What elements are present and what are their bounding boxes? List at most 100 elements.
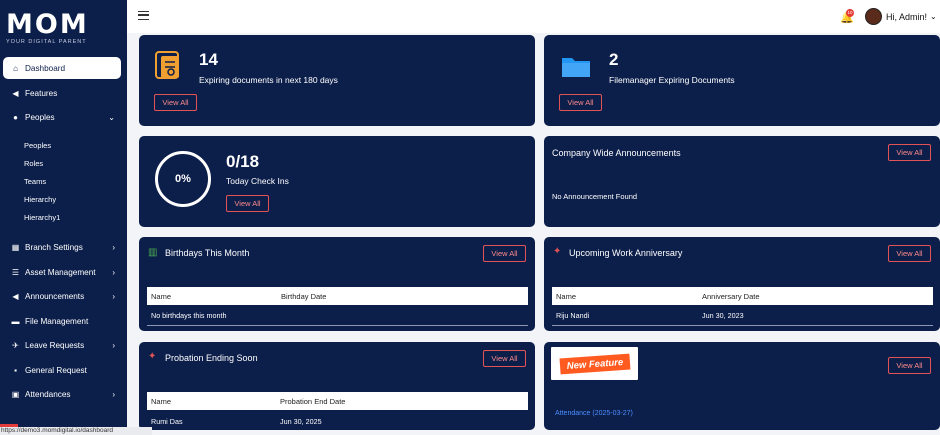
megaphone-icon: ◀ bbox=[12, 291, 19, 301]
user-greeting[interactable]: Hi, Admin! bbox=[886, 12, 927, 22]
checkin-progress-ring: 0% bbox=[155, 151, 211, 207]
document-icon bbox=[155, 51, 179, 79]
divider bbox=[552, 325, 933, 326]
calendar-icon: ▣ bbox=[11, 389, 20, 399]
announcements-empty: No Announcement Found bbox=[552, 192, 638, 201]
building-icon: ▦ bbox=[11, 242, 20, 252]
chevron-right-icon: › bbox=[112, 267, 115, 277]
request-icon: ▪ bbox=[14, 365, 17, 375]
birthdays-title: Birthdays This Month bbox=[165, 248, 250, 258]
expiring-documents-card: 14 Expiring documents in next 180 days V… bbox=[139, 35, 535, 126]
avatar[interactable] bbox=[865, 8, 882, 25]
column-header: Probation End Date bbox=[280, 396, 346, 406]
sidebar-subitem-peoples[interactable]: Peoples bbox=[24, 141, 51, 150]
announcements-card: Company Wide Announcements View All No A… bbox=[544, 136, 940, 227]
list-icon: ☰ bbox=[11, 267, 20, 277]
probation-title: Probation Ending Soon bbox=[165, 353, 258, 363]
chevron-down-icon[interactable]: ⌄ bbox=[930, 12, 937, 21]
folder-icon: ▬ bbox=[11, 316, 20, 326]
sidebar-item-attendances[interactable]: ▣ Attendances › bbox=[3, 383, 121, 405]
sidebar-item-label: Attendances bbox=[25, 389, 71, 399]
announcements-title: Company Wide Announcements bbox=[552, 148, 681, 158]
sidebar-item-label: General Request bbox=[25, 365, 87, 375]
view-all-button[interactable]: View All bbox=[888, 144, 931, 161]
party-popper-icon: ✦ bbox=[553, 246, 562, 257]
view-all-button[interactable]: View All bbox=[483, 350, 526, 367]
chevron-right-icon: › bbox=[112, 340, 115, 350]
column-header: Name bbox=[151, 291, 172, 301]
probation-card: ✦ Probation Ending Soon View All Name Pr… bbox=[139, 342, 535, 430]
birthdays-card: ▥ Birthdays This Month View All Name Bir… bbox=[139, 237, 535, 331]
logo-tagline: YOUR DIGITAL PARENT bbox=[6, 39, 87, 45]
sidebar-item-announcements[interactable]: ◀ Announcements › bbox=[3, 285, 121, 307]
view-all-button[interactable]: View All bbox=[888, 245, 931, 262]
sidebar-subitem-hierarchy[interactable]: Hierarchy bbox=[24, 195, 56, 204]
checkins-card: 0% 0/18 Today Check Ins View All bbox=[139, 136, 535, 227]
chevron-right-icon: › bbox=[112, 242, 115, 252]
party-popper-icon: ✦ bbox=[148, 351, 157, 362]
checkins-label: Today Check Ins bbox=[226, 176, 289, 186]
home-icon: ⌂ bbox=[13, 63, 18, 73]
birthdays-empty: No birthdays this month bbox=[151, 311, 227, 320]
new-feature-card: New Feature View All Attendance (2025-03… bbox=[544, 342, 940, 430]
view-all-button[interactable]: View All bbox=[226, 195, 269, 212]
users-icon: ● bbox=[13, 112, 18, 122]
sidebar-item-asset-management[interactable]: ☰ Asset Management › bbox=[3, 261, 121, 283]
sidebar-subitem-teams[interactable]: Teams bbox=[24, 177, 46, 186]
sidebar-subitem-roles[interactable]: Roles bbox=[24, 159, 43, 168]
column-header: Name bbox=[556, 291, 577, 301]
sidebar-item-label: Peoples bbox=[25, 112, 55, 122]
expiring-docs-count: 14 bbox=[199, 50, 218, 69]
sidebar-item-branch-settings[interactable]: ▦ Branch Settings › bbox=[3, 236, 121, 258]
megaphone-icon: ◀ bbox=[12, 88, 19, 98]
sidebar-item-general-request[interactable]: ▪ General Request bbox=[3, 359, 121, 381]
sidebar-item-label: Features bbox=[25, 88, 58, 98]
top-bar: 🔔 10 Hi, Admin! ⌄ bbox=[127, 0, 940, 33]
cake-icon: ▥ bbox=[148, 247, 158, 258]
sidebar-item-label: Branch Settings bbox=[25, 242, 83, 252]
sidebar-item-label: Announcements bbox=[25, 291, 85, 301]
filemanager-count: 2 bbox=[609, 50, 619, 69]
new-feature-badge: New Feature bbox=[559, 353, 631, 375]
table-cell: Rumi Das bbox=[151, 417, 183, 426]
chevron-right-icon: › bbox=[112, 389, 115, 399]
chevron-right-icon: › bbox=[112, 291, 115, 301]
checkins-count: 0/18 bbox=[226, 152, 260, 171]
probation-table-header: Name Probation End Date bbox=[147, 392, 528, 410]
view-all-button[interactable]: View All bbox=[483, 245, 526, 262]
sidebar-item-file-management[interactable]: ▬ File Management bbox=[3, 310, 121, 332]
filemanager-label: Filemanager Expiring Documents bbox=[609, 75, 735, 85]
sidebar-item-label: Asset Management bbox=[25, 267, 96, 277]
sidebar-subitem-hierarchy1[interactable]: Hierarchy1 bbox=[24, 213, 60, 222]
expiring-docs-label: Expiring documents in next 180 days bbox=[199, 75, 338, 85]
notification-badge: 10 bbox=[846, 9, 854, 17]
status-url: https://demo3.momdigital.io/dashboard bbox=[0, 427, 152, 435]
anniversary-title: Upcoming Work Anniversary bbox=[569, 248, 683, 258]
column-header: Anniversary Date bbox=[702, 291, 760, 301]
table-cell: Riju Nandi bbox=[556, 311, 590, 320]
sidebar-item-leave-requests[interactable]: ✈ Leave Requests › bbox=[3, 334, 121, 356]
feature-link[interactable]: Attendance (2025-03-27) bbox=[555, 410, 633, 417]
sidebar-item-dashboard[interactable]: ⌂ Dashboard bbox=[3, 57, 121, 79]
table-cell: Jun 30, 2023 bbox=[702, 311, 744, 320]
hamburger-menu-icon[interactable] bbox=[138, 11, 149, 20]
view-all-button[interactable]: View All bbox=[559, 94, 602, 111]
view-all-button[interactable]: View All bbox=[154, 94, 197, 111]
table-cell: Jun 30, 2025 bbox=[280, 417, 322, 426]
anniversary-table-header: Name Anniversary Date bbox=[552, 287, 933, 305]
chevron-down-icon: ⌄ bbox=[108, 112, 115, 122]
folder-icon bbox=[562, 58, 590, 77]
sidebar-item-features[interactable]: ◀ Features bbox=[3, 82, 121, 104]
view-all-button[interactable]: View All bbox=[888, 357, 931, 374]
birthdays-table-header: Name Birthday Date bbox=[147, 287, 528, 305]
filemanager-card: 2 Filemanager Expiring Documents View Al… bbox=[544, 35, 940, 126]
logo-text: MOM bbox=[6, 9, 89, 40]
divider bbox=[147, 325, 528, 326]
column-header: Name bbox=[151, 396, 172, 406]
brand-logo[interactable]: MOM YOUR DIGITAL PARENT bbox=[3, 6, 103, 45]
plane-icon: ✈ bbox=[12, 340, 19, 350]
sidebar-item-peoples[interactable]: ● Peoples ⌄ bbox=[3, 106, 121, 128]
column-header: Birthday Date bbox=[281, 291, 327, 301]
sidebar-item-label: Dashboard bbox=[25, 63, 66, 73]
sidebar-item-label: Leave Requests bbox=[25, 340, 85, 350]
